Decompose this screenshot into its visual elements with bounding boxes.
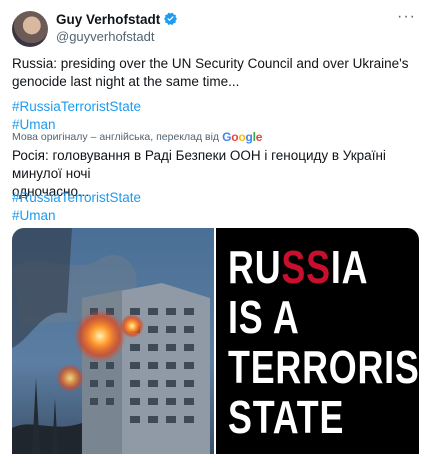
hashtag-link[interactable]: #RussiaTerroristState [12, 98, 141, 116]
google-logo: Google [222, 130, 263, 144]
poster-text: RUSSIA IS A TERRORIST STATE [228, 242, 419, 442]
author-name[interactable]: Guy Verhofstadt [56, 11, 178, 27]
author-avatar[interactable] [12, 11, 48, 47]
poster-line-2: IS A [228, 291, 300, 343]
poster-line-1: RUSSIA [228, 242, 419, 292]
tweet-text-line: Russia: presiding over the UN Security C… [12, 56, 409, 71]
translation-notice: Мова оригіналу – англійська, переклад ві… [12, 130, 262, 144]
tweet-text-line: genocide last night at the same time... [12, 74, 240, 89]
burning-building-illustration [12, 228, 214, 454]
verified-badge-icon [164, 12, 178, 25]
poster-word: RU [228, 241, 282, 293]
burning-building-photo[interactable] [12, 228, 214, 454]
translated-text-line: Росія: головування в Раді Безпеки ООН і … [12, 148, 386, 181]
poster-highlight: SS [281, 241, 331, 293]
poster-line-4: STATE [228, 391, 345, 443]
hashtag-link[interactable]: #Uman [12, 207, 141, 225]
author-name-label: Guy Verhofstadt [56, 12, 161, 27]
poster-line-3: TERRORIST [228, 341, 419, 393]
hashtag-link[interactable]: #RussiaTerroristState [12, 189, 141, 207]
poster-word: IA [330, 241, 369, 293]
tweet-text: Russia: presiding over the UN Security C… [12, 55, 409, 91]
author-handle[interactable]: @guyverhofstadt [56, 29, 154, 44]
translation-notice-label: Мова оригіналу – англійська, переклад ві… [12, 131, 220, 143]
more-options-icon[interactable]: ··· [397, 8, 416, 26]
tweet-media[interactable]: RUSSIA IS A TERRORIST STATE [12, 228, 419, 454]
russia-terrorist-state-poster[interactable]: RUSSIA IS A TERRORIST STATE [216, 228, 419, 454]
